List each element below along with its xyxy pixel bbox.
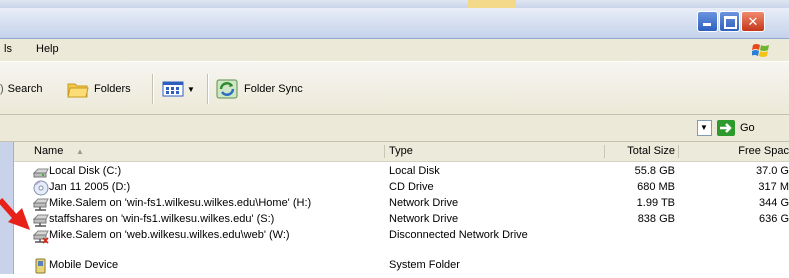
address-dropdown[interactable]: ▼ — [697, 120, 712, 136]
row-free-space: 37.0 G — [755, 165, 789, 177]
chevron-down-icon: ▼ — [187, 84, 195, 94]
sort-ascending-icon: ▲ — [76, 147, 84, 156]
menu-bar: ls Help — [0, 39, 789, 62]
go-label: Go — [740, 122, 755, 134]
close-icon: ✕ — [747, 14, 759, 29]
row-total-size: 1.99 TB — [636, 197, 675, 209]
row-free-space: 317 M — [758, 181, 789, 193]
windows-logo-icon — [752, 44, 769, 57]
row-type: Network Drive — [389, 213, 459, 225]
folder-sync-label: Folder Sync — [244, 83, 303, 95]
table-row[interactable]: Mike.Salem on 'win-fs1.wilkesu.wilkes.ed… — [14, 196, 789, 212]
local-disk-icon — [33, 168, 49, 178]
row-type: Local Disk — [389, 165, 440, 177]
folders-label: Folders — [94, 83, 131, 95]
table-row[interactable]: Local Disk (C:) Local Disk 55.8 GB 37.0 … — [14, 164, 789, 180]
menu-help[interactable]: Help — [36, 43, 59, 55]
cd-drive-icon — [33, 180, 49, 196]
row-type: Disconnected Network Drive — [389, 229, 528, 241]
column-free-space[interactable]: Free Spac — [738, 145, 789, 157]
row-type: Network Drive — [389, 197, 459, 209]
row-total-size: 838 GB — [637, 213, 675, 225]
row-type: System Folder — [389, 259, 460, 271]
row-name: Jan 11 2005 (D:) — [49, 181, 131, 193]
row-type: CD Drive — [389, 181, 434, 193]
row-free-space: 344 G — [759, 197, 789, 209]
row-total-size: 680 MB — [637, 181, 675, 193]
address-bar: ▼ Go — [0, 115, 789, 142]
menu-tools[interactable]: ls — [4, 43, 12, 55]
go-arrow-icon — [717, 120, 735, 136]
column-name[interactable]: Name — [34, 145, 63, 157]
table-row[interactable]: Mike.Salem on 'web.wilkesu.wilkes.edu\we… — [14, 228, 789, 244]
minimize-button[interactable] — [697, 11, 718, 32]
row-free-space: 636 G — [759, 213, 789, 225]
column-total-size[interactable]: Total Size — [627, 145, 675, 157]
table-row[interactable]: Mobile Device System Folder — [14, 258, 789, 278]
column-type[interactable]: Type — [389, 145, 413, 157]
toolbar: ) Search Folders ▼ Folder Sync — [0, 62, 789, 115]
search-button[interactable]: ) Search — [0, 78, 43, 100]
table-row[interactable]: Jan 11 2005 (D:) CD Drive 680 MB 317 M — [14, 180, 789, 196]
row-name: Mike.Salem on 'win-fs1.wilkesu.wilkes.ed… — [49, 197, 312, 209]
maximize-button[interactable] — [719, 11, 740, 32]
views-button[interactable]: ▼ — [162, 78, 195, 100]
row-name: Local Disk (C:) — [49, 165, 122, 177]
go-button[interactable]: Go — [717, 119, 755, 137]
row-total-size: 55.8 GB — [634, 165, 675, 177]
folders-button[interactable]: Folders — [67, 78, 131, 100]
title-bar: ✕ — [0, 8, 789, 39]
row-name: Mobile Device — [49, 259, 119, 271]
row-name: staffshares on 'win-fs1.wilkesu.wilkes.e… — [49, 213, 275, 225]
folder-sync-icon — [216, 79, 238, 99]
folder-sync-button[interactable]: Folder Sync — [216, 78, 303, 100]
red-arrow-annotation — [0, 198, 30, 230]
mobile-device-icon — [35, 258, 46, 274]
folders-icon — [67, 83, 89, 98]
search-label: Search — [7, 83, 43, 95]
table-row[interactable]: staffshares on 'win-fs1.wilkesu.wilkes.e… — [14, 212, 789, 228]
column-header: Name ▲ Type Total Size Free Spac — [14, 142, 789, 162]
row-name: Mike.Salem on 'web.wilkesu.wilkes.edu\we… — [49, 229, 290, 241]
views-icon — [162, 81, 184, 97]
chevron-down-icon: ▼ — [700, 123, 708, 132]
close-button[interactable]: ✕ — [741, 11, 765, 32]
